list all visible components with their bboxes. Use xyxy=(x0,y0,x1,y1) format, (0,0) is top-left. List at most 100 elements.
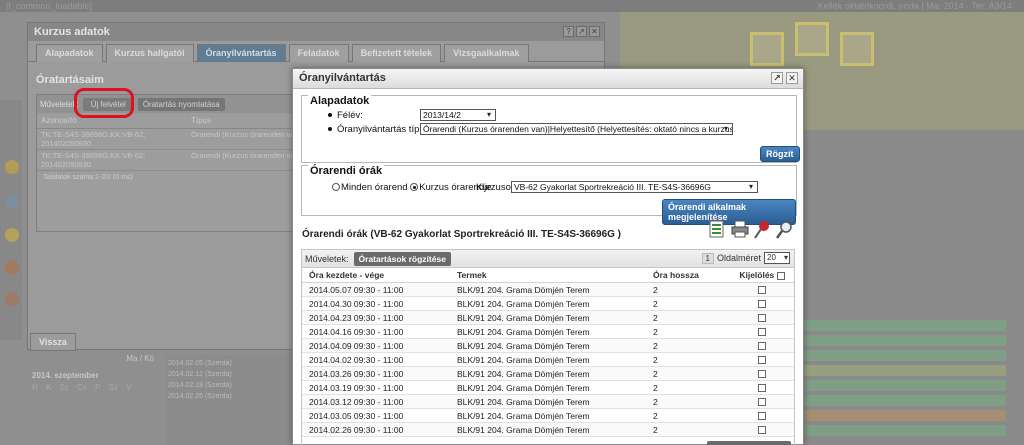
select-all-checkbox[interactable] xyxy=(776,271,785,280)
tab-bar: Alapadatok Kurzus hallgatói Óranyilvánta… xyxy=(28,41,604,62)
sidebar-icon[interactable] xyxy=(5,292,19,306)
close-icon[interactable]: ✕ xyxy=(786,72,798,84)
table-row[interactable]: 2014.04.23 09:30 - 11:00 BLK/91 204. Gram… xyxy=(302,311,794,325)
course-select[interactable]: VB-62 Gyakorlat Sportrekreáció III. TE-S… xyxy=(511,181,758,193)
chevron-down-icon: ▾ xyxy=(783,253,788,262)
table-row[interactable]: TK:TE-S4S-36696G;KK:VB-62; 201402050930 … xyxy=(37,129,325,150)
list-item: 2014.02.19 (Szerda) xyxy=(168,382,232,389)
tab-basic-data[interactable]: Alapadatok xyxy=(36,44,103,62)
cell-time: 2014.03.26 09:30 - 11:00 xyxy=(309,368,404,379)
sidebar-icon[interactable] xyxy=(5,260,19,274)
table-row[interactable]: 2014.05.07 09:30 - 11:00 BLK/91 204. Gram… xyxy=(302,283,794,297)
table-row[interactable]: 2014.04.16 09:30 - 11:00 BLK/91 204. Gram… xyxy=(302,325,794,339)
cell-time: 2014.03.19 09:30 - 11:00 xyxy=(309,382,404,393)
row-checkbox[interactable] xyxy=(758,300,766,309)
print-icon[interactable] xyxy=(731,220,749,240)
chevron-down-icon: ▾ xyxy=(748,182,753,191)
table-row[interactable]: 2014.03.26 09:30 - 11:00 BLK/91 204. Gram… xyxy=(302,367,794,381)
col-room[interactable]: Termek xyxy=(450,270,646,280)
chevron-down-icon: ▾ xyxy=(486,110,491,119)
tab-payments[interactable]: Befizetett tételek xyxy=(351,44,442,62)
col-start-end[interactable]: Óra kezdete - vége xyxy=(302,270,450,280)
bg-row xyxy=(800,350,1006,361)
basic-data-fieldset: Alapadatok Félév: 2013/14/2 ▾ Óranyilván… xyxy=(301,95,800,163)
table-row[interactable]: 2014.02.26 09:30 - 11:00 BLK/91 204. Gram… xyxy=(302,423,794,437)
bg-row xyxy=(800,320,1006,331)
tab-course-students[interactable]: Kurzus hallgatói xyxy=(105,44,194,62)
cell-hours: 2 xyxy=(653,284,658,295)
grid-ops-label: Műveletek: xyxy=(305,253,349,264)
bg-row xyxy=(800,365,1006,376)
grid-header: Óra kezdete - vége Termek Óra hossza Kij… xyxy=(302,268,794,283)
cell-room: BLK/91 204. Grama Dömjén Terem xyxy=(457,410,590,421)
excel-export-icon[interactable] xyxy=(709,220,726,240)
bg-row xyxy=(800,410,1006,421)
sidebar-icon[interactable] xyxy=(5,160,19,174)
back-button[interactable]: Vissza xyxy=(30,333,76,351)
row-checkbox[interactable] xyxy=(758,356,766,365)
highlight-annotation xyxy=(74,88,134,118)
col-hours[interactable]: Óra hossza xyxy=(646,270,730,280)
col-select-label: Kijelölés xyxy=(739,270,775,280)
row-checkbox[interactable] xyxy=(758,314,766,323)
cell-time: 2014.04.23 09:30 - 11:00 xyxy=(309,312,404,323)
list-item: 2014.02.12 (Szerda) xyxy=(168,371,232,378)
row-checkbox[interactable] xyxy=(758,426,766,435)
table-row[interactable]: 2014.04.02 09:30 - 11:00 BLK/91 204. Gram… xyxy=(302,353,794,367)
list-item: 2014.02.26 (Szerda) xyxy=(168,393,232,400)
table-row[interactable]: 2014.04.09 09:30 - 11:00 BLK/91 204. Gram… xyxy=(302,339,794,353)
cell-select xyxy=(730,285,794,295)
table-row[interactable]: 2014.03.19 09:30 - 11:00 BLK/91 204. Gram… xyxy=(302,381,794,395)
semester-select[interactable]: 2013/14/2 ▾ xyxy=(420,109,496,121)
ops-label: Műveletek: xyxy=(40,99,79,109)
cell-hours: 2 xyxy=(653,396,658,407)
row-checkbox[interactable] xyxy=(758,384,766,393)
cell-time: 2014.04.30 09:30 - 11:00 xyxy=(309,298,404,309)
row-checkbox[interactable] xyxy=(758,328,766,337)
tab-exams[interactable]: Vizsgaalkalmak xyxy=(444,44,529,62)
pin-icon[interactable] xyxy=(753,220,770,240)
pagination: 1 Oldalméret 20 ▾ xyxy=(701,252,790,264)
col-select: Kijelölés xyxy=(730,270,794,280)
cell-time: 2014.04.09 09:30 - 11:00 xyxy=(309,340,404,351)
row-checkbox[interactable] xyxy=(758,412,766,421)
cell-hours: 2 xyxy=(653,410,658,421)
row-checkbox[interactable] xyxy=(758,342,766,351)
result-count: Találatok száma:1-2/2 (0 ms) xyxy=(43,174,133,181)
tab-attendance[interactable]: Óranyilvántartás xyxy=(196,44,286,62)
table-row[interactable]: 2014.03.05 09:30 - 11:00 BLK/91 204. Gram… xyxy=(302,409,794,423)
row-checkbox[interactable] xyxy=(758,286,766,295)
row-checkbox[interactable] xyxy=(758,370,766,379)
help-icon[interactable]: ? xyxy=(563,26,574,37)
cell-select xyxy=(730,369,794,379)
type-select[interactable]: Órarendi (Kurzus órarenden van)|Helyette… xyxy=(420,123,733,135)
tab-assignments[interactable]: Feladatok xyxy=(288,44,349,62)
save-button[interactable]: Rögzít xyxy=(760,146,800,162)
modal-footer-button[interactable] xyxy=(707,441,791,445)
table-row[interactable]: TK:TE-S4S-36696G;KK:VB-62; 201402050930 … xyxy=(37,150,325,171)
restore-icon[interactable]: ↗ xyxy=(771,72,783,84)
bg-row xyxy=(800,335,1006,346)
cell-room: BLK/91 204. Grama Dömjén Terem xyxy=(457,382,590,393)
cell-id: TK:TE-S4S-36696G;KK:VB-62; 201402050930 xyxy=(41,130,146,148)
record-lessons-button[interactable]: Óratartások rögzítése xyxy=(353,251,451,266)
calendar-nav[interactable]: Ma / Kö xyxy=(32,354,154,363)
cell-room: BLK/91 204. Grama Dömjén Terem xyxy=(457,340,590,351)
print-lessons-button[interactable]: Óratartás nyomtatása xyxy=(137,97,225,111)
page-size-select[interactable]: 20 ▾ xyxy=(764,252,790,264)
search-icon[interactable] xyxy=(775,220,792,240)
basic-data-legend: Alapadatok xyxy=(308,95,372,107)
radio-course-schedule[interactable] xyxy=(410,183,419,192)
semester-row: Félév: xyxy=(328,110,363,121)
close-icon[interactable]: ✕ xyxy=(589,26,600,37)
grid-ops-bar: Műveletek: Óratartások rögzítése 1 Oldal… xyxy=(302,250,794,268)
star-icon[interactable] xyxy=(5,228,19,242)
row-checkbox[interactable] xyxy=(758,398,766,407)
page-number[interactable]: 1 xyxy=(701,252,714,264)
sidebar-icon[interactable] xyxy=(5,195,19,209)
radio-all-label[interactable]: Minden órarend xyxy=(341,182,408,193)
radio-all-schedules[interactable] xyxy=(332,183,340,192)
table-row[interactable]: 2014.03.12 09:30 - 11:00 BLK/91 204. Gram… xyxy=(302,395,794,409)
restore-icon[interactable]: ↗ xyxy=(576,26,587,37)
table-row[interactable]: 2014.04.30 09:30 - 11:00 BLK/91 204. Gram… xyxy=(302,297,794,311)
